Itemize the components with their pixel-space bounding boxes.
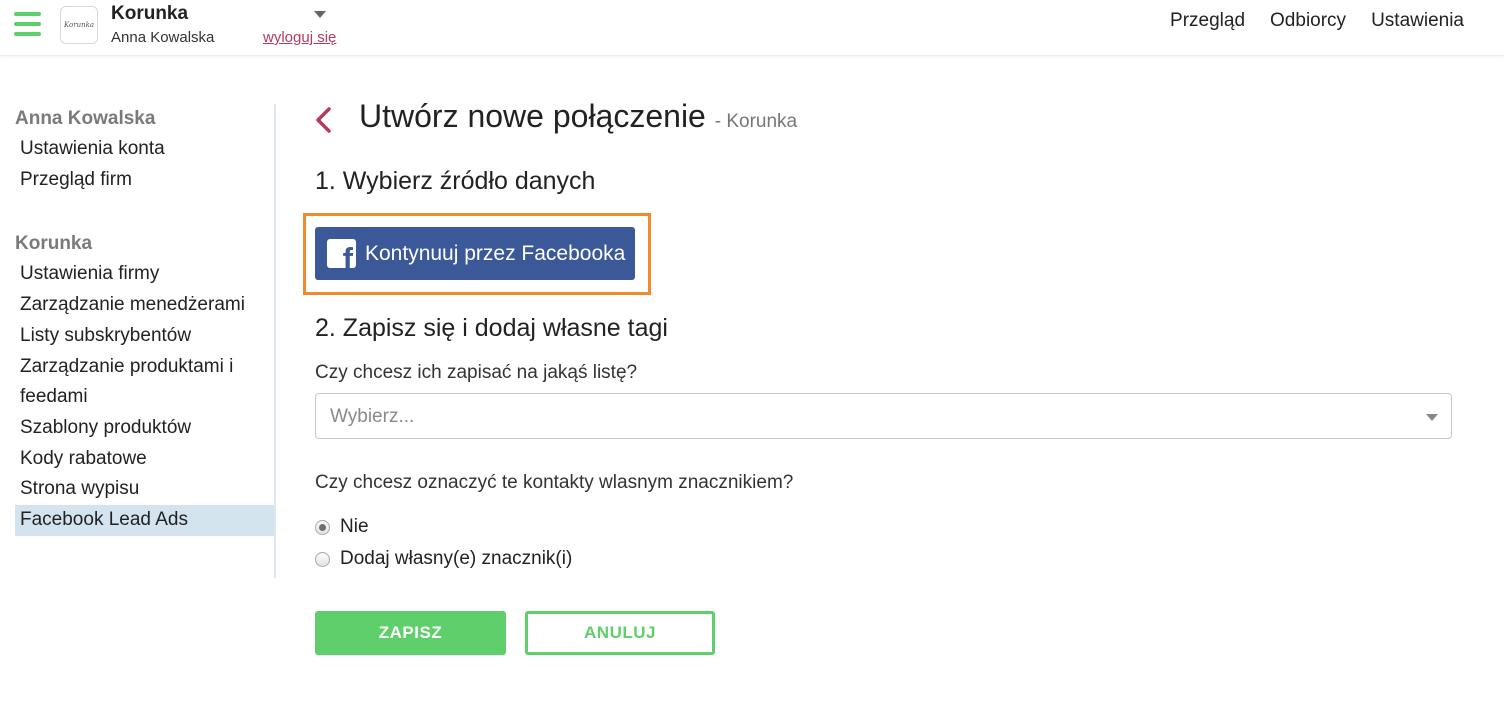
- page-title-text: Utwórz nowe połączenie: [359, 98, 706, 134]
- company-logo[interactable]: Korunka: [60, 6, 98, 44]
- sidebar-item-facebook-lead-ads[interactable]: Facebook Lead Ads: [15, 505, 274, 536]
- radio-add-tags-label: Dodaj własny(e) znacznik(i): [340, 548, 573, 569]
- radio-no[interactable]: Nie: [315, 516, 369, 538]
- sidebar-item-product-templates[interactable]: Szablony produktów: [0, 413, 274, 444]
- cancel-button[interactable]: ANULUJ: [525, 611, 715, 655]
- nav-settings[interactable]: Ustawienia: [1371, 10, 1464, 32]
- facebook-login-button[interactable]: f Kontynuuj przez Facebooka: [315, 227, 635, 280]
- page-subtitle: - Korunka: [714, 111, 798, 132]
- radio-no-input[interactable]: [315, 519, 330, 535]
- list-select[interactable]: Wybierz...: [315, 393, 1452, 439]
- nav-recipients[interactable]: Odbiorcy: [1270, 10, 1346, 32]
- sidebar-section-company: Korunka: [15, 233, 93, 255]
- list-select-placeholder: Wybierz...: [330, 406, 415, 427]
- step1-heading: 1. Wybierz źródło danych: [315, 167, 596, 195]
- chevron-down-icon[interactable]: [314, 11, 326, 18]
- top-bar: Korunka Korunka Anna Kowalska wyloguj si…: [0, 0, 1504, 56]
- company-name: Korunka: [111, 3, 189, 24]
- hamburger-menu-icon[interactable]: [14, 12, 41, 36]
- step2-heading: 2. Zapisz się i dodaj własne tagi: [315, 314, 668, 342]
- page-title: Utwórz nowe połączenie - Korunka: [359, 98, 797, 135]
- radio-add-tags-input[interactable]: [315, 551, 330, 567]
- sidebar-item-products-feeds[interactable]: Zarządzanie produktami i: [0, 352, 274, 383]
- radio-add-tags[interactable]: Dodaj własny(e) znacznik(i): [315, 548, 572, 570]
- radio-no-label: Nie: [340, 516, 369, 537]
- top-nav: Przegląd Odbiorcy Ustawienia: [1170, 10, 1464, 32]
- sidebar: Anna Kowalska Ustawienia konta Przegląd …: [0, 104, 276, 578]
- chevron-down-icon: [1426, 414, 1438, 421]
- sidebar-item-products-feeds-cont[interactable]: feedami: [0, 382, 274, 413]
- facebook-button-label: Kontynuuj przez Facebooka: [365, 241, 626, 265]
- sidebar-item-managers[interactable]: Zarządzanie menedżerami: [0, 290, 274, 321]
- sidebar-item-companies-overview[interactable]: Przegląd firm: [0, 165, 274, 196]
- tag-question: Czy chcesz oznaczyć te kontakty wlasnym …: [315, 472, 794, 493]
- nav-overview[interactable]: Przegląd: [1170, 10, 1245, 32]
- sidebar-item-company-settings[interactable]: Ustawienia firmy: [0, 259, 274, 290]
- sidebar-item-account-settings[interactable]: Ustawienia konta: [0, 134, 274, 165]
- user-name: Anna Kowalska: [111, 29, 215, 46]
- sidebar-item-subscriber-lists[interactable]: Listy subskrybentów: [0, 321, 274, 352]
- sidebar-item-unsubscribe-page[interactable]: Strona wypisu: [0, 474, 274, 505]
- logout-link[interactable]: wyloguj się: [263, 29, 336, 46]
- list-question: Czy chcesz ich zapisać na jakąś listę?: [315, 362, 638, 383]
- chevron-left-icon[interactable]: [312, 104, 336, 136]
- sidebar-section-account: Anna Kowalska: [15, 108, 156, 129]
- save-button[interactable]: ZAPISZ: [315, 611, 506, 655]
- sidebar-item-discount-codes[interactable]: Kody rabatowe: [0, 444, 274, 475]
- facebook-icon: f: [327, 239, 356, 268]
